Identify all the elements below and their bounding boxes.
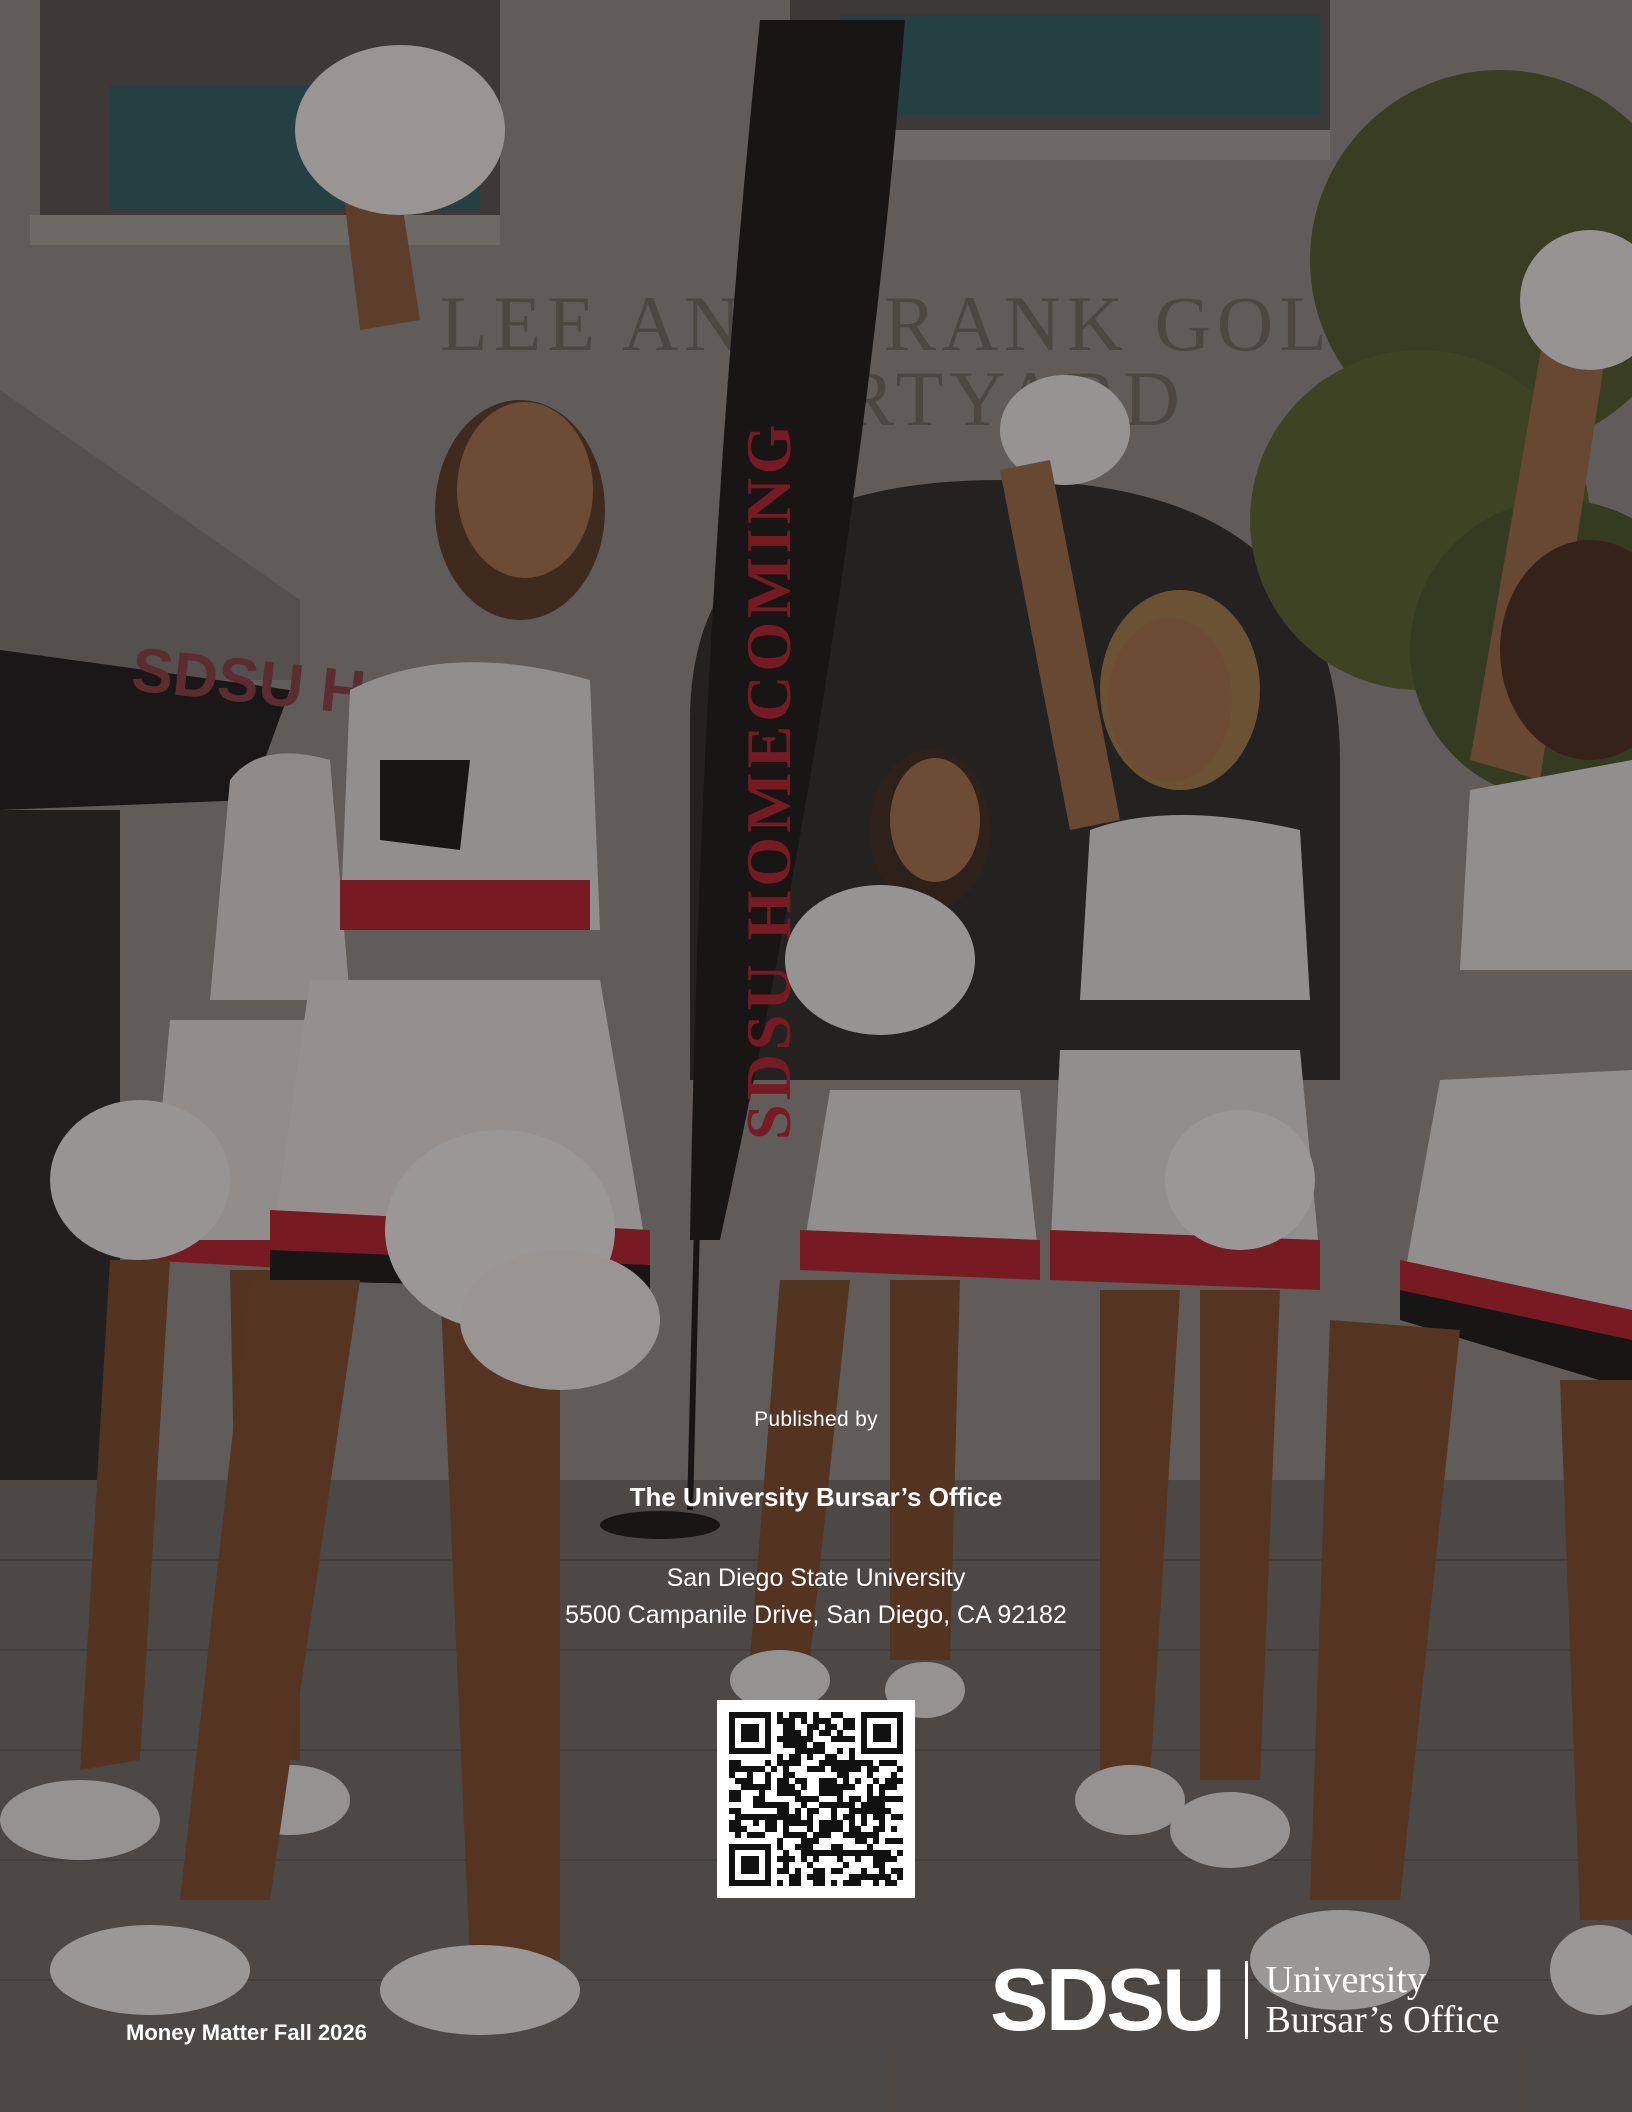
publisher-name: The University Bursar’s Office [629, 1482, 1003, 1512]
published-by-label: Published by [754, 1408, 878, 1431]
issue-label: Money Matter Fall 2026 [126, 2020, 367, 2045]
publisher-address: San Diego State University 5500 Campanil… [0, 1560, 1632, 1634]
address-line-2: 5500 Campanile Drive, San Diego, CA 9218… [565, 1601, 1067, 1629]
logo-line-2: Bursar’s Office [1265, 1999, 1500, 2041]
logo-line-1: University [1265, 1959, 1426, 2001]
qr-code-icon[interactable] [717, 1700, 915, 1898]
logo-office-text: University Bursar’s Office [1266, 1960, 1500, 2040]
sdsu-wordmark: SDSU [990, 1950, 1225, 2049]
address-line-1: San Diego State University [666, 1564, 966, 1592]
logo-divider [1244, 1961, 1248, 2039]
sdsu-bursar-logo: SDSU University Bursar’s Office [990, 1955, 1499, 2045]
